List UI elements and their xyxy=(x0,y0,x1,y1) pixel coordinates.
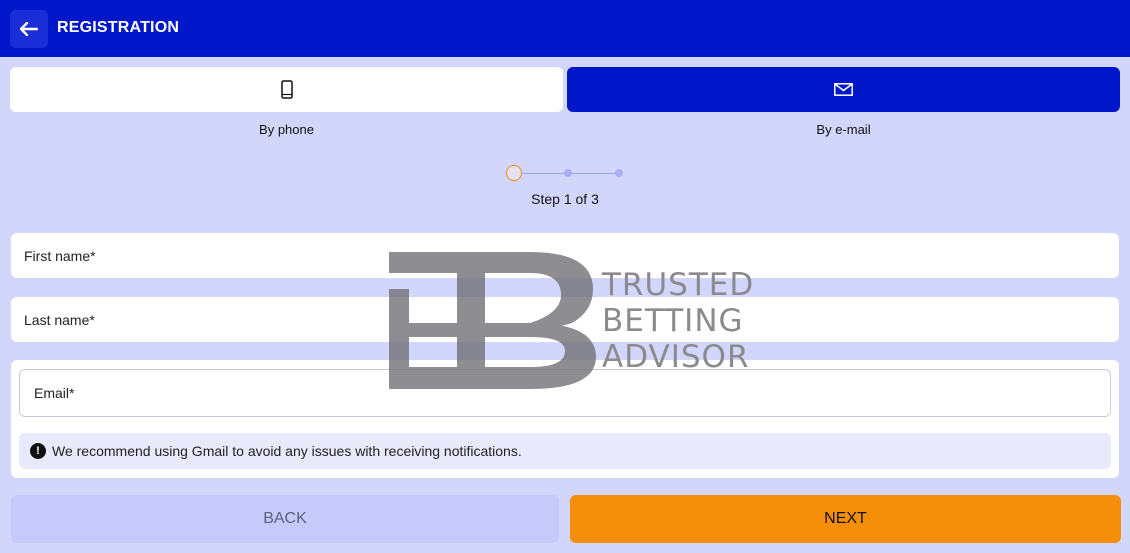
envelope-icon xyxy=(834,83,853,96)
back-arrow-button[interactable] xyxy=(10,10,48,48)
tab-by-phone[interactable] xyxy=(10,67,563,112)
back-button[interactable]: BACK xyxy=(11,495,559,543)
tab-by-phone-label: By phone xyxy=(259,122,314,137)
tab-by-email-label: By e-mail xyxy=(816,122,871,137)
step-progress xyxy=(505,164,625,184)
gmail-notice-text: We recommend using Gmail to avoid any is… xyxy=(52,443,522,459)
top-bar: REGISTRATION xyxy=(0,0,1130,57)
step-2-indicator xyxy=(564,169,572,177)
tab-by-email[interactable] xyxy=(567,67,1120,112)
last-name-placeholder: Last name* xyxy=(24,311,95,328)
last-name-field[interactable]: Last name* xyxy=(11,297,1119,342)
step-3-indicator xyxy=(615,169,623,177)
page-title: REGISTRATION xyxy=(57,19,180,36)
step-1-indicator xyxy=(506,165,522,181)
exclamation-circle-icon: ! xyxy=(30,443,46,459)
email-section: Email* ! We recommend using Gmail to avo… xyxy=(11,360,1119,478)
gmail-notice: ! We recommend using Gmail to avoid any … xyxy=(19,433,1111,469)
first-name-placeholder: First name* xyxy=(24,247,96,264)
arrow-left-icon xyxy=(20,22,38,36)
email-field[interactable]: Email* xyxy=(19,369,1111,417)
phone-icon xyxy=(280,80,293,99)
email-placeholder: Email* xyxy=(34,385,75,401)
step-counter: Step 1 of 3 xyxy=(531,191,599,207)
first-name-field[interactable]: First name* xyxy=(11,233,1119,278)
next-button[interactable]: NEXT xyxy=(570,495,1121,543)
